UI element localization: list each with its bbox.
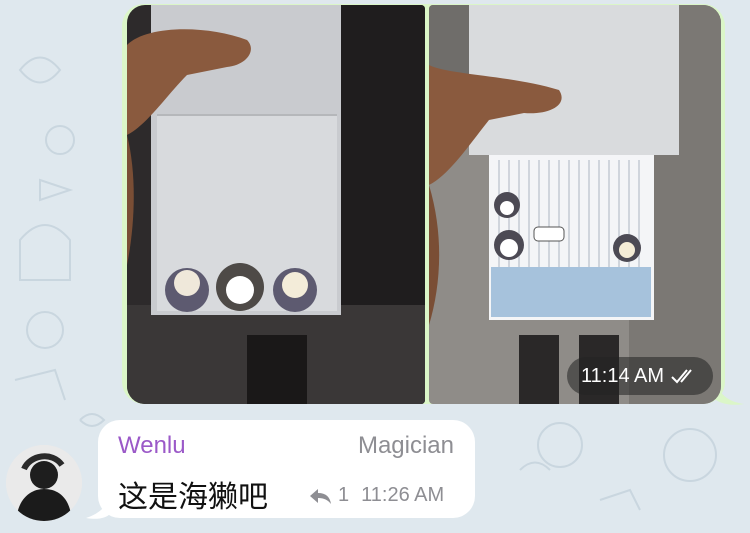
double-check-icon [670,368,698,384]
photo-sticky-notes-in-hand [127,5,425,404]
message-meta: 1 11:26 AM [308,484,444,507]
bubble-tail [86,496,110,519]
album-time-pill: 11:14 AM [567,357,713,395]
album-time: 11:14 AM [581,364,665,387]
sender-role: Magician [357,432,454,459]
message-text: 这是海獭吧 [118,480,268,515]
album-photo-2[interactable] [429,5,721,404]
avatar[interactable] [6,445,82,521]
sender-name[interactable]: Wenlu [118,432,186,460]
reply-count[interactable]: 1 [338,484,349,507]
reply-arrow-icon[interactable] [308,486,332,506]
photo-sticky-notes-open [429,5,721,404]
message-time: 11:26 AM [361,484,445,506]
album-photo-1[interactable] [127,5,425,404]
